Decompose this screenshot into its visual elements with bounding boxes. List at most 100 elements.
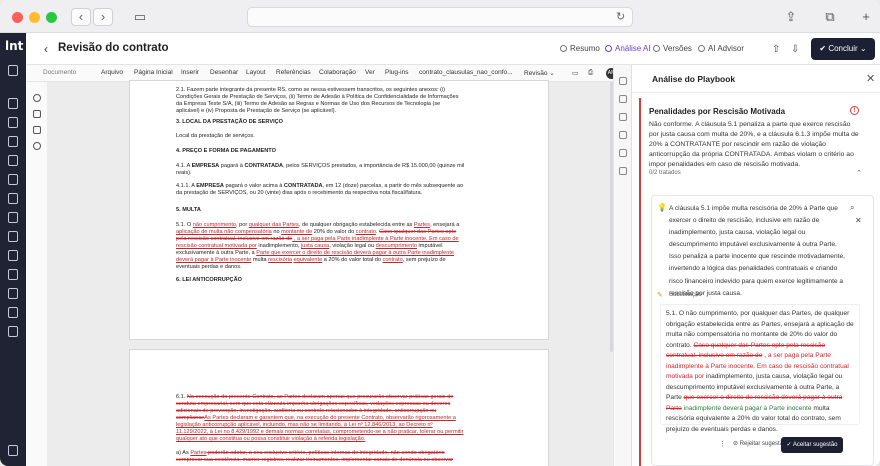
inserted-text: montante de [281, 229, 313, 235]
comment-icon[interactable] [33, 110, 41, 118]
section-heading: 5. MULTA [176, 207, 201, 214]
chart-tool-icon[interactable] [619, 167, 627, 175]
document-icon[interactable] [8, 307, 18, 318]
tab-ai-advisor-label: AI Advisor [708, 44, 745, 53]
tracked-paragraph[interactable]: 6.1. Na execução do presente Contrato, a… [176, 394, 506, 443]
text-line: exclusivamente à outra Parte, a Parte qu… [176, 250, 506, 257]
address-bar[interactable]: ↻ [247, 7, 633, 27]
paragraph-tool-icon[interactable] [619, 95, 627, 103]
analytics-icon[interactable] [8, 98, 18, 109]
home-icon[interactable] [8, 65, 18, 76]
info-icon[interactable] [33, 142, 41, 150]
search-icon[interactable]: ⌕ [850, 203, 854, 213]
inserted-text: , a ser paga pela Parte inadimplente à P… [292, 236, 459, 242]
minimize-window-button[interactable] [29, 12, 40, 23]
menu-plugins[interactable]: Plug-ins [385, 69, 408, 76]
text-run: 5.1. O [176, 222, 193, 228]
accept-suggestion-button[interactable]: ✓ Aceitar sugestão [781, 437, 843, 453]
page-title: Revisão do contrato [58, 42, 169, 54]
document-icon[interactable] [8, 269, 18, 280]
document-icon[interactable] [8, 288, 18, 299]
menu-layout[interactable]: Layout [246, 69, 266, 76]
inserted-text: 11.129/2022, à Lei no 8.429/1992 e demai… [176, 429, 464, 435]
app-window: ‹ › ▭ ↻ ⇪ ⧉ + lnt ‹ Revisão do contrato … [0, 0, 880, 466]
reject-suggestion-button[interactable]: ⊘ Rejeitar sugestão [733, 440, 786, 447]
settings-icon[interactable] [8, 445, 18, 456]
reload-icon[interactable]: ↻ [616, 10, 625, 23]
accept-label: Aceitar sugestão [792, 442, 838, 448]
folder-icon[interactable]: ▭ [572, 69, 578, 77]
menu-colaboracao[interactable]: Colaboração [319, 69, 356, 76]
maximize-window-button[interactable] [46, 12, 57, 23]
share-icon[interactable]: ⇪ [781, 8, 801, 26]
close-icon[interactable]: ✕ [866, 72, 875, 85]
tracked-paragraph[interactable]: 5.1. O não cumprimento, por qualquer das… [176, 222, 506, 271]
alert-icon: ! [850, 106, 859, 115]
sidebar-toggle-icon[interactable]: ▭ [130, 8, 150, 26]
tab-analise-ai[interactable]: Análise AI [605, 44, 651, 53]
upload-icon[interactable]: ⇧ [772, 44, 780, 55]
document-menu[interactable]: Documento [43, 69, 76, 76]
menu-inserir[interactable]: Inserir [181, 69, 199, 76]
revisao-menu[interactable]: Revisão ⌄ [524, 69, 555, 77]
document-icon[interactable] [8, 250, 18, 261]
list-icon[interactable] [33, 126, 41, 134]
text-run: a 20% do valor total do [322, 257, 383, 263]
browser-titlebar: ‹ › ▭ ↻ ⇪ ⧉ + [0, 0, 880, 33]
text-tool-icon[interactable] [619, 77, 627, 85]
document-icon[interactable] [8, 193, 18, 204]
download-icon[interactable]: ⇩ [791, 44, 799, 55]
more-options-icon[interactable]: ⋮ [719, 440, 726, 448]
deleted-text: Na execução do presente Contrato, as Par… [186, 394, 454, 400]
menu-desenhar[interactable]: Desenhar [210, 69, 238, 76]
document-icon[interactable] [8, 326, 18, 337]
document-icon[interactable] [8, 155, 18, 166]
inserted-text: não cumprimento [192, 222, 237, 228]
tabs-icon[interactable]: ⧉ [820, 8, 840, 26]
back-icon[interactable]: ‹ [44, 42, 48, 56]
close-window-button[interactable] [12, 12, 23, 23]
document-icon[interactable] [8, 117, 18, 128]
chevron-up-icon[interactable]: ⌃ [856, 169, 862, 177]
playbook-panel: Análise do Playbook ✕ ! Penalidades por … [631, 65, 880, 466]
tab-resumo[interactable]: Resumo [560, 44, 600, 53]
menu-referencias[interactable]: Referências [276, 69, 311, 76]
left-tool-strip [26, 82, 48, 466]
revisao-label: Revisão [524, 70, 548, 77]
browser-forward-icon[interactable]: › [93, 8, 113, 26]
document-icon[interactable] [8, 174, 18, 185]
heading-text: 3. LOCAL DA PRESTAÇÃO DE SERVIÇO [176, 119, 284, 125]
inserted-text: rescisão contratual motivada por [176, 243, 257, 249]
tab-versoes-label: Versões [663, 44, 692, 53]
menu-ver[interactable]: Ver [365, 69, 375, 76]
text-run: , de qualquer obrigação estabelecida ent… [298, 222, 414, 228]
document-icon[interactable] [8, 136, 18, 147]
document-paragraph: 4.1. A EMPRESA pagará à CONTRATADA, pelo… [176, 163, 506, 177]
table-tool-icon[interactable] [619, 131, 627, 139]
document-icon[interactable] [8, 231, 18, 242]
text-run: imputável [417, 243, 443, 249]
search-icon[interactable] [33, 94, 41, 102]
concluir-button[interactable]: ✔ Concluir ⌄ [811, 38, 875, 60]
tracked-paragraph[interactable]: a) As Partes poderão adotar, a seu exclu… [176, 450, 506, 464]
deleted-text: poderão adotar, a seu exclusivo critério… [206, 450, 445, 456]
text-run: 6.1. [176, 394, 187, 400]
text-line: complianceAs Partes declaram e garantem … [176, 415, 506, 422]
menu-arquivo[interactable]: Arquivo [101, 69, 123, 76]
menu-pagina-inicial[interactable]: Página Inicial [134, 69, 173, 76]
file-name[interactable]: contrato_clausulas_nao_confo... [419, 69, 513, 76]
heading-text: 4. PREÇO E FORMA DE PAGAMENTO [176, 148, 276, 154]
print-icon[interactable]: ⎙ [588, 69, 593, 77]
deleted-text: conduta empresarial, sem que esta cláusu… [176, 401, 451, 407]
document-icon[interactable] [8, 212, 18, 223]
new-tab-icon[interactable]: + [856, 8, 876, 26]
dismiss-icon[interactable]: ✕ [855, 216, 862, 225]
image-tool-icon[interactable] [619, 113, 627, 121]
text-line: a) As Partes poderão adotar, a seu exclu… [176, 450, 506, 457]
text-run: , em 12 (doze) parcelas, a partir do mês… [322, 183, 464, 189]
tab-ai-advisor[interactable]: AI Advisor [698, 44, 744, 53]
tab-versoes[interactable]: Versões [653, 44, 692, 53]
shape-tool-icon[interactable] [619, 149, 627, 157]
browser-back-icon[interactable]: ‹ [71, 8, 91, 26]
substitution-text: 5.1. O não cumprimento, por qualquer das… [666, 309, 854, 435]
